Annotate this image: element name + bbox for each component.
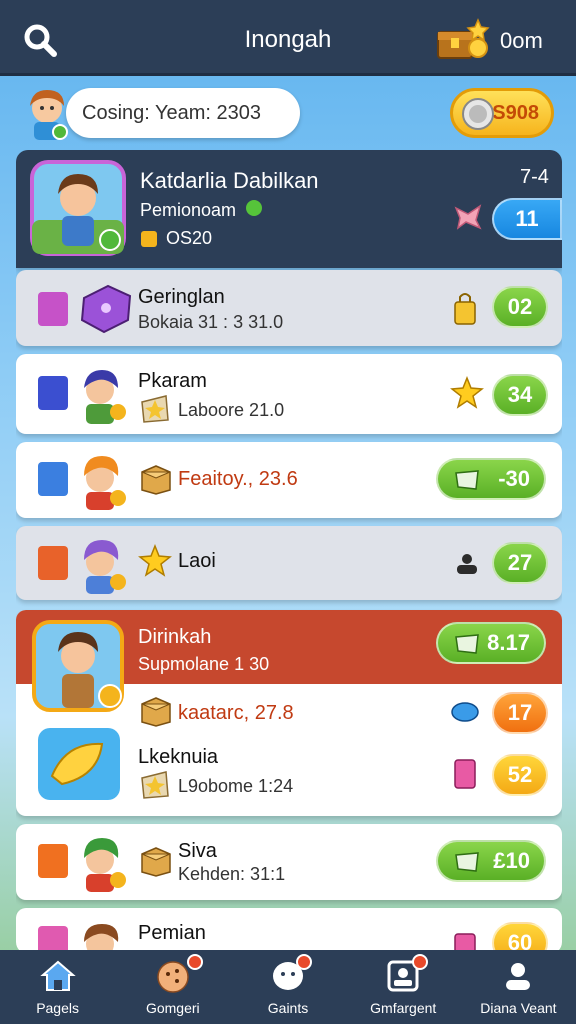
avatar[interactable] — [18, 84, 76, 142]
score-badge[interactable]: 02 — [492, 286, 548, 328]
featured-subtitle: Pemionoam — [140, 200, 237, 220]
app-icon — [38, 292, 68, 326]
coin-balance: 0om — [500, 28, 543, 53]
item-title: Siva — [178, 840, 217, 862]
list-item[interactable]: Feaitoy., 23.6 -30 — [16, 442, 562, 518]
ticket-icon — [455, 470, 479, 490]
item-title: Laoi — [178, 550, 216, 572]
nav-item-gaints[interactable]: Gaints — [230, 950, 345, 1024]
score-badge[interactable]: 8.17 — [436, 622, 546, 664]
ticket-icon — [455, 634, 479, 654]
featured-title: Katdarlia Dabilkan — [140, 168, 319, 193]
app-icon — [38, 546, 68, 580]
score-badge[interactable]: £10 — [436, 840, 546, 882]
item-title: Pkaram — [138, 370, 207, 392]
top-bar: Inongah 0om — [0, 0, 576, 76]
featured-badge[interactable]: 11 — [492, 198, 562, 240]
gold-currency-pill[interactable]: S908 — [450, 88, 554, 138]
star-icon — [450, 376, 484, 409]
app-icon — [38, 462, 68, 496]
ticket-icon — [455, 852, 479, 872]
character-avatar — [84, 838, 126, 892]
list-item[interactable]: Laoi 27 — [16, 526, 562, 600]
nav-item-pages[interactable]: Pagels — [0, 950, 115, 1024]
users-icon — [457, 554, 477, 574]
item-subtitle: Kehden: 31:1 — [178, 864, 286, 884]
nav-label: Pagels — [36, 1000, 79, 1016]
item-title: Feaitoy., 23.6 — [178, 468, 298, 490]
score-badge[interactable]: 27 — [492, 542, 548, 584]
coin-icon — [141, 231, 157, 247]
nav-label: Diana Veant — [480, 1000, 557, 1016]
treasure-box-icon — [141, 847, 171, 877]
cookie-icon — [157, 961, 189, 993]
star-card-icon — [141, 771, 169, 799]
nav-label: Gmfargent — [370, 1000, 437, 1016]
character-avatar — [84, 540, 126, 594]
home-icon — [39, 960, 76, 991]
list-item[interactable]: Pkaram Laboore 21.0 34 — [16, 354, 562, 434]
app-icon — [38, 844, 68, 878]
featured-card[interactable]: Katdarlia Dabilkan Pemionoam OS20 7-4 11 — [16, 150, 562, 268]
bottom-nav: Pagels Gomgeri Gaints Gmfargent Diana Ve… — [0, 950, 576, 1024]
item-title: Lkeknuia — [138, 746, 219, 768]
lock-icon — [454, 293, 476, 325]
highlight-title: Dirinkah — [138, 626, 212, 648]
character-avatar — [84, 456, 126, 510]
highlight-card[interactable]: Dirinkah Supmolane 1 30 8.17 kaatarc, 27… — [16, 610, 562, 816]
star-card-icon — [141, 395, 169, 423]
featured-count: 7-4 — [520, 166, 549, 188]
pink-card-icon — [454, 759, 476, 789]
silver-coin-icon — [462, 98, 494, 130]
notification-dot — [411, 954, 428, 970]
score-badge[interactable]: 52 — [492, 754, 548, 796]
list-item[interactable]: Siva Kehden: 31:1 £10 — [16, 824, 562, 900]
score-value: 8.17 — [487, 630, 530, 655]
game-thumbnail-icon — [30, 160, 126, 256]
status-text: Cosing: Yeam: 2303 — [82, 101, 262, 124]
nav-item-gomgeri[interactable]: Gomgeri — [115, 950, 230, 1024]
nav-item-profile[interactable]: Diana Veant — [461, 950, 576, 1024]
treasure-chest-icon[interactable] — [434, 18, 490, 62]
list-item[interactable]: Geringlan Bokaia 31 : 3 31.0 02 — [16, 270, 562, 346]
score-badge[interactable]: 17 — [492, 692, 548, 734]
star-icon — [138, 544, 172, 577]
profile-icon — [506, 963, 531, 990]
item-subtitle: Bokaia 31 : 3 31.0 — [138, 312, 284, 332]
item-title: Geringlan — [138, 286, 225, 308]
nav-label: Gaints — [267, 1000, 309, 1016]
character-avatar — [84, 924, 119, 954]
highlight-subtitle: Supmolane 1 30 — [138, 654, 270, 674]
score-value: -30 — [498, 466, 530, 491]
item-title: Pemian — [138, 922, 206, 944]
gold-amount: S908 — [492, 101, 539, 124]
treasure-box-icon — [141, 465, 171, 495]
purple-dice-icon — [80, 284, 132, 334]
status-pill[interactable]: Cosing: Yeam: 2303 — [66, 88, 300, 138]
featured-code: OS20 — [166, 228, 213, 248]
nav-item-gmfargent[interactable]: Gmfargent — [346, 950, 461, 1024]
score-badge[interactable]: 34 — [492, 374, 548, 416]
item-subtitle: Laboore 21.0 — [178, 400, 285, 420]
main-panel: Katdarlia Dabilkan Pemionoam OS20 7-4 11… — [16, 150, 562, 954]
hero-thumbnail-icon — [32, 620, 124, 712]
item-title: kaatarc, 27.8 — [178, 702, 294, 724]
candy-icon — [454, 204, 482, 230]
item-subtitle: L9obome 1:24 — [178, 776, 294, 796]
score-value: £10 — [493, 848, 530, 873]
gem-icon — [246, 200, 262, 216]
nav-label: Gomgeri — [145, 1000, 200, 1016]
app-icon — [38, 376, 68, 410]
notification-dot — [187, 954, 204, 970]
notification-dot — [296, 954, 313, 970]
score-badge[interactable]: -30 — [436, 458, 546, 500]
character-avatar — [84, 370, 126, 424]
gold-leaf-app-icon — [38, 728, 120, 800]
treasure-box-icon — [141, 697, 171, 727]
blue-gem-icon — [451, 702, 479, 722]
list-item[interactable]: Pemian 60 — [16, 908, 562, 954]
